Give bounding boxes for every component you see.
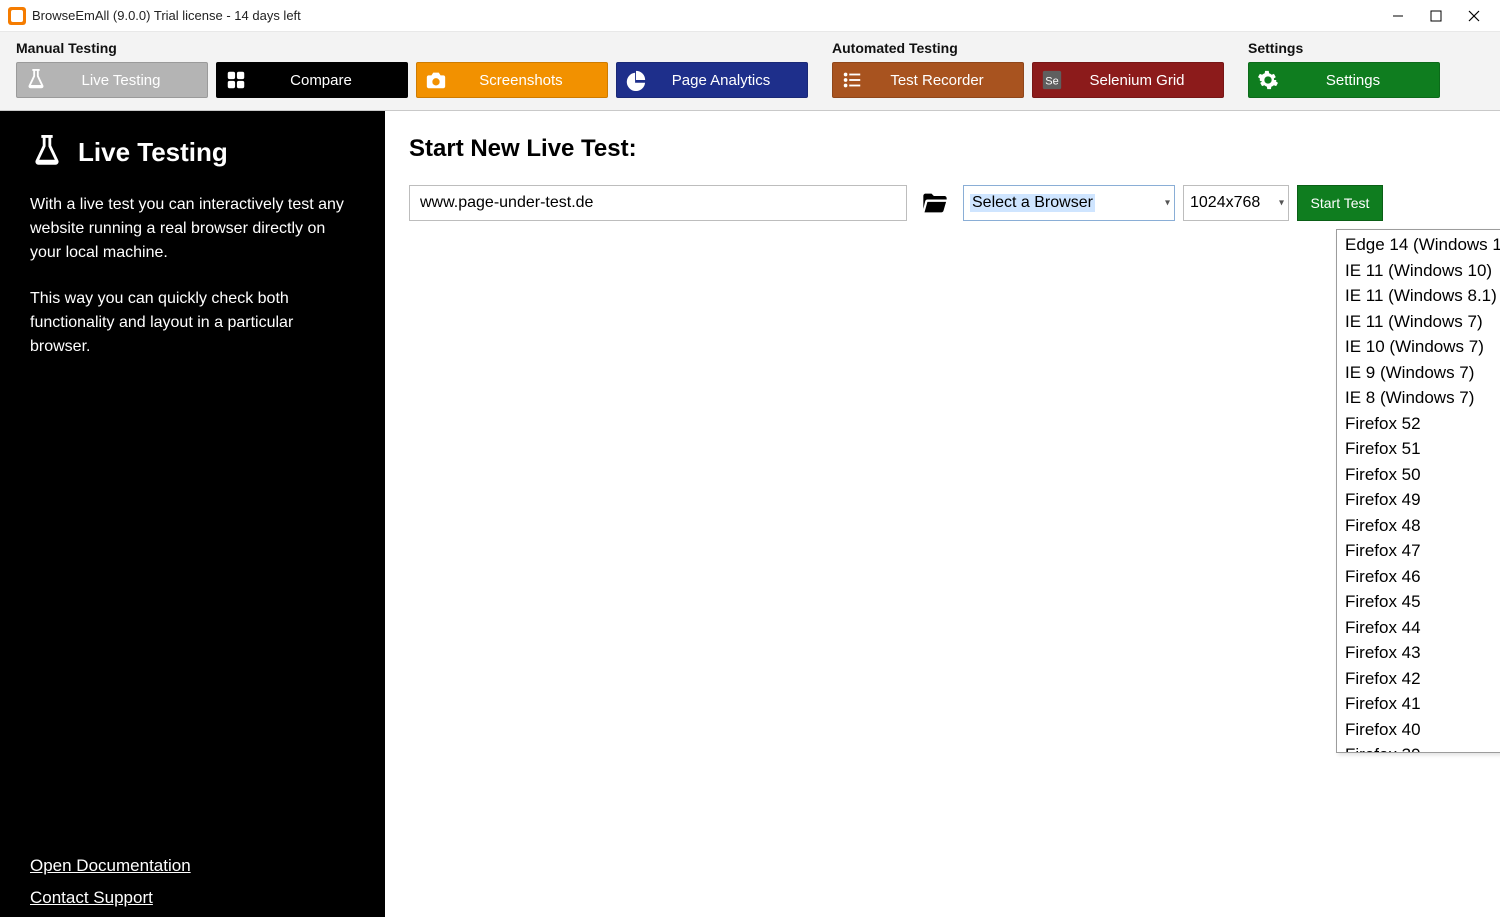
ribbon-group: Manual Testing Live Testing Compare Screens… <box>16 40 808 98</box>
browser-select-value: Select a Browser <box>970 194 1095 212</box>
content: Start New Live Test: Select a Browser ▾ … <box>385 111 1500 917</box>
ribbon-button-label: Selenium Grid <box>1089 72 1184 89</box>
browser-option[interactable]: Firefox 47 <box>1343 538 1500 564</box>
contact-support-link[interactable]: Contact Support <box>30 888 355 908</box>
ribbon-group: Automated Testing Test Recorder Se Selenium… <box>832 40 1224 98</box>
settings-button[interactable]: Settings <box>1248 62 1440 98</box>
page-title: Start New Live Test: <box>409 135 1476 163</box>
folder-open-icon <box>921 189 949 217</box>
ribbon-button-label: Screenshots <box>479 72 562 89</box>
browser-option[interactable]: Firefox 42 <box>1343 666 1500 692</box>
ribbon-button-label: Live Testing <box>82 72 161 89</box>
selenium-grid-button[interactable]: Se Selenium Grid <box>1032 62 1224 98</box>
ribbon-button-label: Settings <box>1326 72 1380 89</box>
live-testing-button[interactable]: Live Testing <box>16 62 208 98</box>
camera-icon <box>423 67 449 93</box>
open-folder-button[interactable] <box>915 185 955 221</box>
list-icon <box>839 67 865 93</box>
ribbon-button-label: Page Analytics <box>672 72 770 89</box>
browser-option[interactable]: Firefox 44 <box>1343 615 1500 641</box>
resolution-select[interactable]: 1024x768 ▾ <box>1183 185 1289 221</box>
window-title: BrowseEmAll (9.0.0) Trial license - 14 d… <box>32 8 301 23</box>
compare-button[interactable]: Compare <box>216 62 408 98</box>
sidebar-title: Live Testing <box>78 137 228 168</box>
minimize-button[interactable] <box>1388 6 1408 26</box>
browser-option[interactable]: IE 11 (Windows 7) <box>1343 309 1500 335</box>
browser-option[interactable]: Firefox 48 <box>1343 513 1500 539</box>
svg-text:Se: Se <box>1045 76 1058 88</box>
browser-option[interactable]: Firefox 49 <box>1343 487 1500 513</box>
resolution-select-value: 1024x768 <box>1190 194 1260 212</box>
maximize-button[interactable] <box>1426 6 1446 26</box>
browser-option[interactable]: Firefox 39 <box>1343 742 1500 752</box>
sidebar-paragraph-2: This way you can quickly check both func… <box>30 287 355 359</box>
browser-option[interactable]: Firefox 43 <box>1343 640 1500 666</box>
start-test-button[interactable]: Start Test <box>1297 185 1383 221</box>
browser-option[interactable]: IE 8 (Windows 7) <box>1343 385 1500 411</box>
gear-icon <box>1255 67 1281 93</box>
browser-option[interactable]: Firefox 52 <box>1343 411 1500 437</box>
chevron-down-icon: ▾ <box>1279 198 1284 209</box>
ribbon-group: Settings Settings <box>1248 40 1440 98</box>
sidebar: Live Testing With a live test you can in… <box>0 111 385 917</box>
browser-select[interactable]: Select a Browser ▾ <box>963 185 1175 221</box>
flask-icon <box>30 135 64 169</box>
piechart-icon <box>623 67 649 93</box>
ribbon-button-label: Test Recorder <box>890 72 983 89</box>
sidebar-paragraph-1: With a live test you can interactively t… <box>30 193 355 265</box>
open-documentation-link[interactable]: Open Documentation <box>30 856 355 876</box>
ribbon-group-label: Settings <box>1248 40 1440 56</box>
selenium-icon: Se <box>1039 67 1065 93</box>
screenshots-button[interactable]: Screenshots <box>416 62 608 98</box>
grid-icon <box>223 67 249 93</box>
close-button[interactable] <box>1464 6 1484 26</box>
flask-icon <box>23 67 49 93</box>
ribbon-group-label: Automated Testing <box>832 40 1224 56</box>
test-recorder-button[interactable]: Test Recorder <box>832 62 1024 98</box>
browser-option[interactable]: IE 11 (Windows 10) <box>1343 258 1500 284</box>
browser-option[interactable]: IE 9 (Windows 7) <box>1343 360 1500 386</box>
browser-option[interactable]: IE 11 (Windows 8.1) <box>1343 283 1500 309</box>
ribbon: Manual Testing Live Testing Compare Screens… <box>0 32 1500 111</box>
browser-option[interactable]: Firefox 40 <box>1343 717 1500 743</box>
browser-option[interactable]: Firefox 51 <box>1343 436 1500 462</box>
browser-option[interactable]: Firefox 50 <box>1343 462 1500 488</box>
browser-option[interactable]: Firefox 45 <box>1343 589 1500 615</box>
browser-option[interactable]: Firefox 41 <box>1343 691 1500 717</box>
page-analytics-button[interactable]: Page Analytics <box>616 62 808 98</box>
browser-option[interactable]: Edge 14 (Windows 10) <box>1343 232 1500 258</box>
app-icon <box>8 7 26 25</box>
titlebar: BrowseEmAll (9.0.0) Trial license - 14 d… <box>0 0 1500 32</box>
ribbon-group-label: Manual Testing <box>16 40 808 56</box>
browser-option[interactable]: IE 10 (Windows 7) <box>1343 334 1500 360</box>
browser-dropdown: Edge 14 (Windows 10)IE 11 (Windows 10)IE… <box>1336 229 1500 753</box>
chevron-down-icon: ▾ <box>1165 198 1170 209</box>
url-input[interactable] <box>409 185 907 221</box>
browser-option[interactable]: Firefox 46 <box>1343 564 1500 590</box>
ribbon-button-label: Compare <box>290 72 352 89</box>
